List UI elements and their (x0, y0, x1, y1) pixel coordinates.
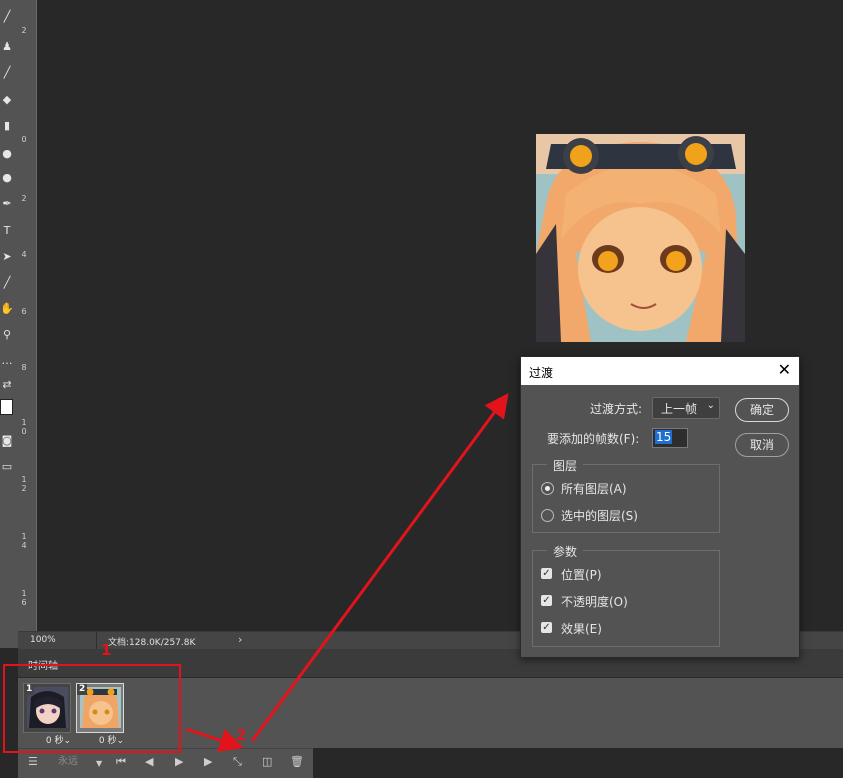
ruler-mark: 1 2 (21, 475, 27, 493)
loop-select[interactable]: 永远 (58, 755, 78, 769)
eraser-icon[interactable]: ◆ (0, 93, 14, 107)
position-label: 位置(P) (561, 568, 602, 582)
vertical-ruler: 2 0 2 4 6 8 1 0 1 2 1 4 1 6 (18, 0, 37, 631)
next-frame-icon[interactable]: ▶ (204, 755, 212, 769)
pen-icon[interactable]: ✒ (0, 197, 14, 211)
frames-to-add-input[interactable]: 15 (652, 428, 688, 448)
chevron-down-icon: ⌄ (706, 400, 715, 411)
tween-icon[interactable]: ⤡ (233, 755, 242, 769)
effects-label: 效果(E) (561, 622, 602, 636)
chevron-right-icon[interactable]: › (238, 633, 242, 646)
ok-button[interactable]: 确定 (735, 398, 789, 422)
radio-unselected[interactable] (541, 509, 554, 522)
tween-method-value: 上一帧 (661, 402, 698, 416)
ruler-mark: 0 (21, 135, 27, 144)
ruler-mark: 8 (21, 363, 27, 372)
color-swatch[interactable] (0, 399, 13, 415)
tween-method-select[interactable]: 上一帧 ⌄ (652, 397, 720, 419)
ruler-mark: 6 (21, 307, 27, 316)
gradient-icon[interactable]: ▮ (0, 119, 14, 133)
radio-selected[interactable] (541, 482, 554, 495)
dialog-title: 过渡 (529, 366, 554, 380)
annotation-box (3, 664, 181, 753)
previous-frame-icon[interactable]: ◀ (145, 755, 153, 769)
pixel-art-character-image (536, 134, 745, 342)
cancel-button[interactable]: 取消 (735, 433, 789, 457)
zoom-level[interactable]: 100% (30, 635, 56, 645)
check-icon[interactable]: ✓ (541, 595, 552, 606)
stamp-icon[interactable]: ♟ (0, 40, 14, 54)
all-layers-label: 所有图层(A) (561, 482, 627, 496)
screen-mode-icon[interactable]: ▭ (0, 460, 14, 474)
ruler-mark: 1 6 (21, 589, 27, 607)
chevron-down-icon[interactable]: ▼ (96, 757, 102, 771)
first-frame-icon[interactable]: ⏮ (116, 755, 126, 769)
dialog-title-bar: 过渡 ✕ (521, 357, 799, 385)
ruler-mark: 1 0 (21, 418, 27, 436)
annotation-number-1: 1 (101, 641, 112, 659)
ruler-mark: 1 4 (21, 532, 27, 550)
selected-layers-label: 选中的图层(S) (561, 509, 638, 523)
path-select-icon[interactable]: ➤ (0, 250, 14, 264)
layers-group: 图层 所有图层(A) 选中的图层(S) (532, 457, 720, 533)
brush-icon[interactable]: ╱ (0, 10, 14, 24)
check-icon[interactable]: ✓ (541, 568, 552, 579)
divider (96, 632, 97, 649)
annotation-number-2: 2 (236, 726, 247, 744)
frames-to-add-label: 要添加的帧数(F): (547, 432, 640, 446)
tools-panel: ╱ ♟ ╱ ◆ ▮ ● ● ✒ T ➤ ╱ ✋ ⚲ … ⇄ ◙ ▭ (0, 0, 19, 648)
params-group: 参数 ✓ 位置(P) ✓ 不透明度(O) ✓ 效果(E) (532, 543, 720, 647)
trash-icon[interactable]: 🗑 (290, 755, 304, 769)
layers-group-title: 图层 (547, 457, 584, 474)
more-tools-icon[interactable]: … (0, 354, 14, 368)
opacity-label: 不透明度(O) (561, 595, 628, 609)
type-icon[interactable]: T (0, 224, 14, 238)
ruler-mark: 4 (21, 250, 27, 259)
params-group-title: 参数 (547, 543, 584, 560)
ruler-mark: 2 (21, 194, 27, 203)
convert-to-video-timeline-icon[interactable]: ☰ (28, 755, 38, 769)
zoom-icon[interactable]: ⚲ (0, 328, 14, 342)
check-icon[interactable]: ✓ (541, 622, 552, 633)
hand-icon[interactable]: ✋ (0, 302, 14, 316)
duplicate-frame-icon[interactable]: ◫ (262, 755, 272, 769)
blur-icon[interactable]: ● (0, 147, 14, 161)
quick-mask-icon[interactable]: ◙ (0, 434, 14, 448)
close-icon[interactable]: ✕ (778, 361, 791, 379)
tween-method-label: 过渡方式: (590, 402, 643, 416)
frames-to-add-value: 15 (655, 430, 673, 444)
ruler-mark: 2 (21, 26, 27, 35)
play-icon[interactable]: ▶ (175, 755, 183, 769)
dodge-icon[interactable]: ● (0, 171, 14, 185)
tween-dialog: 过渡 ✕ 过渡方式: 上一帧 ⌄ 要添加的帧数(F): 15 确定 取消 图层 … (520, 356, 800, 658)
history-brush-icon[interactable]: ╱ (0, 66, 14, 80)
document-size: 文档:128.0K/257.8K (108, 638, 196, 648)
shape-icon[interactable]: ╱ (0, 276, 14, 290)
swap-colors-icon[interactable]: ⇄ (0, 378, 14, 392)
